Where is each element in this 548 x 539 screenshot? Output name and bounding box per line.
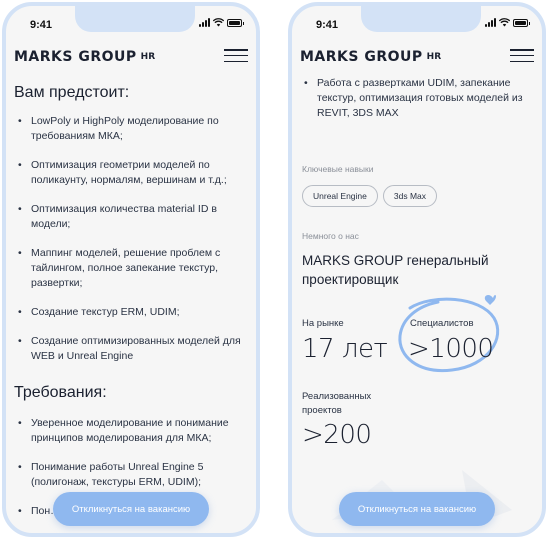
system-icons (485, 18, 530, 27)
logo[interactable]: MARKS GROUP HR (300, 49, 441, 65)
tasks-list-continued: Работа с развертками UDIM, запекание тек… (300, 76, 532, 121)
menu-icon[interactable] (224, 49, 248, 62)
signal-icon (199, 18, 210, 27)
app-header: MARKS GROUP HR (292, 42, 542, 70)
stat-value-projects: >200 (302, 420, 372, 450)
notch (75, 6, 195, 32)
battery-icon (513, 18, 530, 27)
vacancy-content: Вам предстоит: LowPoly и HighPoly модели… (6, 70, 256, 533)
about-text: MARKS GROUP генеральный проектировщик (302, 253, 489, 287)
status-bar: 9:41 (292, 6, 542, 40)
stat-label-projects: Реализованных проектов (302, 391, 372, 416)
list-item: Создание текстур ERM, UDIM; (14, 305, 246, 320)
status-time: 9:41 (316, 19, 339, 31)
battery-icon (227, 18, 244, 27)
signal-icon (485, 18, 496, 27)
list-item: LowPoly и HighPoly моделирование по треб… (14, 114, 246, 144)
status-bar: 9:41 (6, 6, 256, 40)
stat-label-market: На рынке (302, 318, 344, 329)
section-title-tasks: Вам предстоит: (14, 84, 130, 101)
list-item: Создание оптимизированных моделей для WE… (14, 334, 246, 364)
list-item: Понимание работы Unreal Engine 5 (полиго… (14, 460, 246, 490)
logo[interactable]: MARKS GROUP HR (14, 49, 155, 65)
apply-button[interactable]: Откликнуться на вакансию (53, 492, 209, 526)
wifi-icon (499, 18, 510, 27)
menu-icon[interactable] (510, 49, 534, 62)
about-label: Немного о нас (302, 231, 359, 241)
skill-chip[interactable]: 3ds Max (382, 185, 437, 207)
list-item: Оптимизация геометрии моделей по поликау… (14, 158, 246, 188)
phone-screen-left: 9:41 MARKS GROUPHR Вам предстоит: LowPol… (2, 2, 260, 537)
system-icons (199, 18, 244, 27)
list-item: Маппинг моделей, решение проблем с тайли… (14, 246, 246, 291)
wifi-icon (213, 18, 224, 27)
list-item: Оптимизация количества material ID в мод… (14, 202, 246, 232)
section-title-requirements: Требования: (14, 384, 107, 401)
stat-value-specialists: >1000 (408, 334, 494, 364)
status-time: 9:41 (30, 19, 53, 31)
list-item: Работа с развертками UDIM, запекание тек… (300, 76, 532, 121)
apply-button[interactable]: Откликнуться на вакансию (339, 492, 495, 526)
skills-chips: Unreal Engine 3ds Max (302, 185, 437, 207)
phone-screen-right: 9:41 MARKS GROUPHR Работа с развертками … (288, 2, 546, 537)
notch (361, 6, 481, 32)
skill-chip[interactable]: Unreal Engine (302, 185, 378, 207)
stat-value-market: 17 лет (302, 334, 388, 364)
app-header: MARKS GROUP HR (6, 42, 256, 70)
skills-label: Ключевые навыки (302, 164, 374, 174)
tasks-list: LowPoly и HighPoly моделирование по треб… (14, 114, 246, 364)
about-content: Работа с развертками UDIM, запекание тек… (292, 70, 542, 533)
list-item: Уверенное моделирование и понимание прин… (14, 416, 246, 446)
stat-label-specialists: Специалистов (410, 318, 474, 329)
